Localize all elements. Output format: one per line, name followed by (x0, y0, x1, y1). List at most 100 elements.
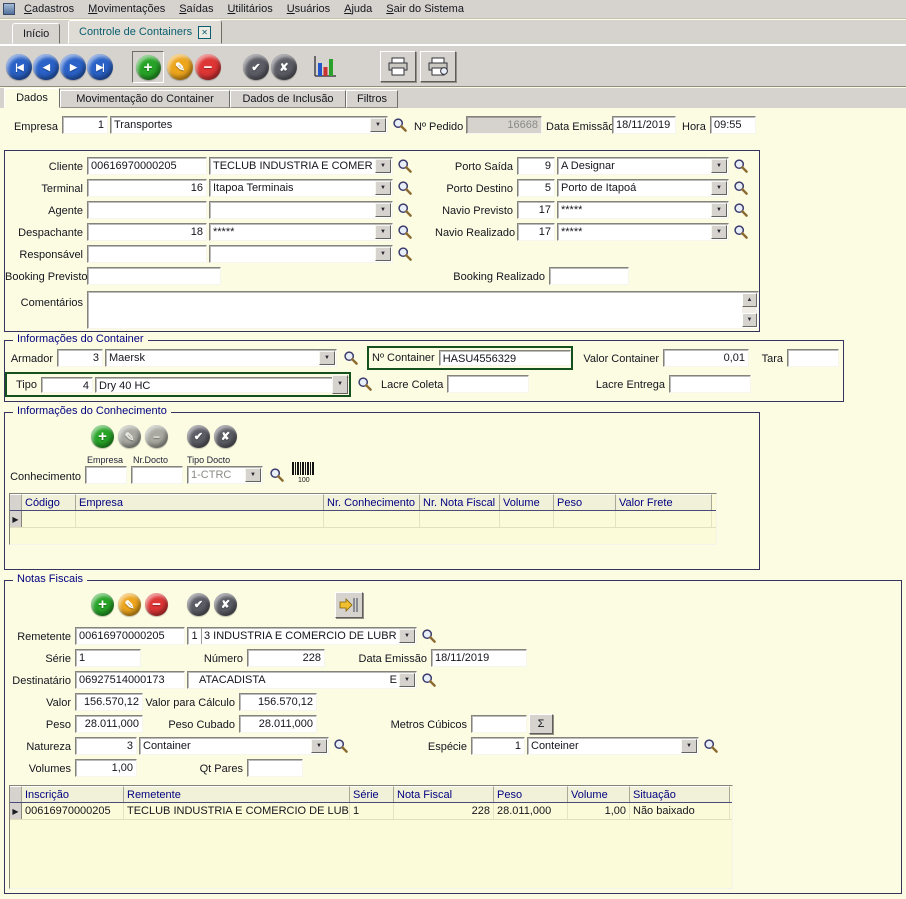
natureza-combo[interactable]: Container ▼ (139, 737, 329, 755)
edit-record-button[interactable]: ✎ (167, 54, 193, 80)
cancel-button[interactable]: ✘ (271, 54, 297, 80)
dropdown-arrow-icon[interactable]: ▼ (375, 181, 391, 195)
conhecimento-cancel-button[interactable]: ✘ (214, 425, 237, 448)
terminal-combo[interactable]: Itapoa Terminais ▼ (209, 179, 393, 197)
dropdown-arrow-icon[interactable]: ▼ (375, 247, 391, 261)
close-tab-icon[interactable]: ✕ (198, 25, 212, 39)
remetente-combo[interactable]: 13 INDUSTRIA E COMERCIO DE LUBRII ▼ (187, 627, 417, 645)
remetente-code-field[interactable]: 00616970000205 (75, 627, 185, 645)
nota-delete-button[interactable]: − (145, 593, 168, 616)
sigma-button[interactable]: Σ (529, 714, 553, 734)
responsavel-combo[interactable]: ▼ (209, 245, 393, 263)
cliente-combo[interactable]: TECLUB INDUSTRIA E COMERCIO▼ (209, 157, 393, 175)
nota-cancel-button[interactable]: ✘ (214, 593, 237, 616)
volumes-field[interactable]: 1,00 (75, 759, 137, 777)
especie-code-field[interactable]: 1 (471, 737, 525, 755)
tipo-code-field[interactable]: 4 (41, 376, 93, 393)
app-icon[interactable] (3, 3, 15, 15)
cliente-code-field[interactable]: 00616970000205 (87, 157, 207, 175)
tipo-docto-combo[interactable]: 1-CTRC ▼ (187, 466, 263, 484)
terminal-code-field[interactable]: 16 (87, 179, 207, 197)
conhecimento-confirm-button[interactable]: ✔ (187, 425, 210, 448)
chart-button[interactable] (312, 53, 340, 81)
despachante-combo[interactable]: ***** ▼ (209, 223, 393, 241)
nota-transfer-button[interactable] (335, 592, 363, 618)
subtab-dados-inclusao[interactable]: Dados de Inclusão (230, 90, 346, 108)
comentarios-textarea[interactable]: ▲ ▼ (87, 291, 759, 329)
porto-destino-search-icon[interactable] (733, 180, 749, 196)
porto-saida-combo[interactable]: A Designar ▼ (557, 157, 729, 175)
agente-search-icon[interactable] (397, 202, 413, 218)
conhecimento-add-button[interactable]: + (91, 425, 114, 448)
dropdown-arrow-icon[interactable]: ▼ (681, 739, 697, 753)
dropdown-arrow-icon[interactable]: ▼ (711, 225, 727, 239)
add-record-button[interactable]: + (135, 54, 161, 80)
subtab-movimentacao[interactable]: Movimentação do Container (60, 90, 230, 108)
despachante-code-field[interactable]: 18 (87, 223, 207, 241)
conhecimento-search-icon[interactable] (269, 467, 285, 483)
scroll-up-icon[interactable]: ▲ (742, 293, 757, 307)
dropdown-arrow-icon[interactable]: ▼ (399, 629, 415, 643)
valor-field[interactable]: 156.570,12 (75, 693, 143, 711)
porto-saida-code-field[interactable]: 9 (517, 157, 555, 175)
lacre-coleta-field[interactable] (447, 375, 529, 393)
menu-item-ajuda[interactable]: Ajuda (337, 1, 379, 17)
barcode-icon[interactable]: 100 (291, 461, 315, 486)
hora-field[interactable]: 09:55 (710, 116, 756, 134)
nav-last-button[interactable]: ▶| (87, 54, 113, 80)
qt-pares-field[interactable] (247, 759, 303, 777)
menu-item-usuarios[interactable]: Usuários (280, 1, 337, 17)
menu-item-utilitarios[interactable]: Utilitários (220, 1, 279, 17)
conhecimento-grid-empty-row[interactable]: ▶ (10, 511, 716, 528)
dropdown-arrow-icon[interactable]: ▼ (399, 673, 415, 687)
valor-container-field[interactable]: 0,01 (663, 349, 749, 367)
cliente-search-icon[interactable] (397, 158, 413, 174)
dropdown-arrow-icon[interactable]: ▼ (370, 118, 386, 132)
booking-previsto-field[interactable] (87, 267, 221, 285)
responsavel-code-field[interactable] (87, 245, 207, 263)
dropdown-arrow-icon[interactable]: ▼ (332, 375, 348, 394)
conhecimento-delete-button[interactable]: − (145, 425, 168, 448)
nota-add-button[interactable]: + (91, 593, 114, 616)
peso-cubado-field[interactable]: 28.011,000 (239, 715, 317, 733)
armador-code-field[interactable]: 3 (57, 349, 103, 367)
navio-realizado-search-icon[interactable] (733, 224, 749, 240)
agente-code-field[interactable] (87, 201, 207, 219)
dropdown-arrow-icon[interactable]: ▼ (375, 159, 391, 173)
terminal-search-icon[interactable] (397, 180, 413, 196)
subtab-dados[interactable]: Dados (4, 88, 60, 108)
menu-item-sair-do-sistema[interactable]: Sair do Sistema (379, 1, 471, 17)
dropdown-arrow-icon[interactable]: ▼ (319, 351, 335, 365)
scroll-down-icon[interactable]: ▼ (742, 313, 757, 327)
confirm-button[interactable]: ✔ (243, 54, 269, 80)
nota-confirm-button[interactable]: ✔ (187, 593, 210, 616)
nav-prev-button[interactable]: ◀ (33, 54, 59, 80)
armador-search-icon[interactable] (343, 350, 359, 366)
subtab-filtros[interactable]: Filtros (346, 90, 398, 108)
dropdown-arrow-icon[interactable]: ▼ (375, 225, 391, 239)
natureza-search-icon[interactable] (333, 738, 349, 754)
remetente-search-icon[interactable] (421, 628, 437, 644)
conhecimento-edit-button[interactable]: ✎ (118, 425, 141, 448)
porto-saida-search-icon[interactable] (733, 158, 749, 174)
destinatario-search-icon[interactable] (421, 672, 437, 688)
agente-combo[interactable]: ▼ (209, 201, 393, 219)
menu-item-cadastros[interactable]: Cadastros (17, 1, 81, 17)
navio-realizado-code-field[interactable]: 17 (517, 223, 555, 241)
nota-data-emissao-field[interactable]: 18/11/2019 (431, 649, 527, 667)
tab-inicio[interactable]: Início (12, 23, 61, 44)
tipo-combo[interactable]: Dry 40 HC ▼ (95, 375, 349, 394)
tipo-search-icon[interactable] (357, 376, 373, 392)
armador-combo[interactable]: Maersk ▼ (105, 349, 337, 367)
metros-cubicos-field[interactable] (471, 715, 527, 733)
tara-field[interactable] (787, 349, 839, 367)
notas-grid-row[interactable]: ▶ 00616970000205 TECLUB INDUSTRIA E COME… (10, 803, 732, 820)
menu-item-movimentacoes[interactable]: Movimentações (81, 1, 172, 17)
valor-calculo-field[interactable]: 156.570,12 (239, 693, 317, 711)
data-emissao-field[interactable]: 18/11/2019 (612, 116, 676, 134)
comentarios-scrollbar[interactable]: ▲ ▼ (742, 293, 757, 327)
booking-realizado-field[interactable] (549, 267, 629, 285)
responsavel-search-icon[interactable] (397, 246, 413, 262)
navio-previsto-code-field[interactable]: 17 (517, 201, 555, 219)
ncontainer-field[interactable]: HASU4556329 (438, 350, 571, 366)
